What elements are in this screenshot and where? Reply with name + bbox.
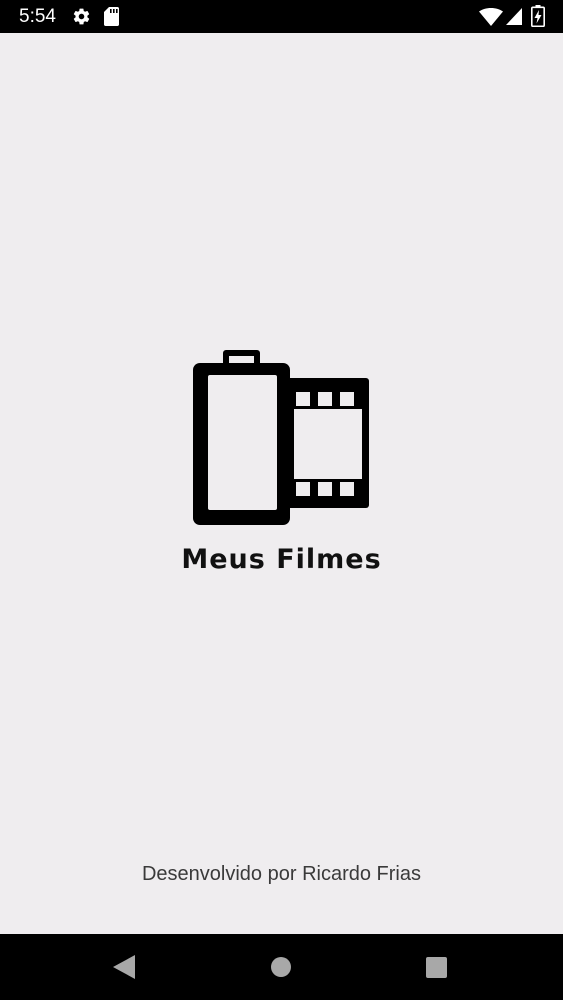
back-icon[interactable]: [113, 955, 135, 979]
splash-screen: Meus Filmes Desenvolvido por Ricardo Fri…: [0, 33, 563, 934]
home-icon[interactable]: [271, 957, 291, 977]
cell-signal-icon: [506, 8, 522, 25]
navigation-bar: [0, 934, 563, 1000]
status-bar: 5:54: [0, 0, 563, 33]
film-roll-icon: [193, 350, 369, 525]
gear-icon: [73, 8, 90, 25]
recents-icon[interactable]: [426, 957, 447, 978]
battery-charging-icon: [531, 5, 545, 27]
app-title: Meus Filmes: [181, 544, 382, 575]
sd-card-icon: [104, 7, 119, 26]
wifi-icon: [479, 8, 503, 26]
developer-credit: Desenvolvido por Ricardo Frias: [141, 863, 421, 885]
status-time: 5:54: [19, 6, 56, 27]
